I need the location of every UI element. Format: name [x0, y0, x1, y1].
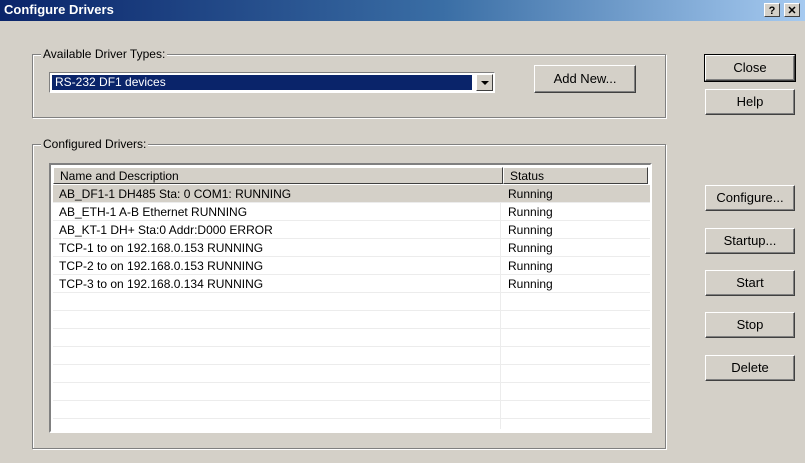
table-row[interactable]: TCP-1 to on 192.168.0.153 RUNNING Runnin… — [53, 239, 650, 257]
chevron-down-icon[interactable] — [476, 74, 493, 91]
driver-type-select[interactable]: RS-232 DF1 devices — [49, 72, 495, 93]
empty-row — [53, 401, 650, 419]
configure-button[interactable]: Configure... — [705, 185, 795, 211]
driver-name: AB_ETH-1 A-B Ethernet RUNNING — [59, 205, 248, 219]
help-icon[interactable]: ? — [764, 3, 780, 17]
driver-status: Running — [508, 259, 553, 273]
column-header-name[interactable]: Name and Description — [53, 167, 503, 184]
empty-row — [53, 383, 650, 401]
empty-row — [53, 365, 650, 383]
start-button-label: Start — [736, 275, 764, 290]
close-button-label: Close — [733, 60, 767, 75]
empty-row — [53, 329, 650, 347]
table-row[interactable]: AB_DF1-1 DH485 Sta: 0 COM1: RUNNING Runn… — [53, 185, 650, 203]
configure-drivers-dialog: Configure Drivers ? ✕ Available Driver T… — [0, 0, 805, 463]
driver-name: TCP-3 to on 192.168.0.134 RUNNING — [59, 277, 264, 291]
driver-status: Running — [508, 277, 553, 291]
close-icon[interactable]: ✕ — [784, 3, 800, 17]
window-title: Configure Drivers — [4, 2, 114, 17]
column-header-status[interactable]: Status — [503, 167, 648, 184]
configured-drivers-legend: Configured Drivers: — [41, 137, 149, 151]
stop-button-label: Stop — [736, 317, 764, 332]
driver-name: TCP-2 to on 192.168.0.153 RUNNING — [59, 259, 264, 273]
close-button[interactable]: Close — [704, 54, 796, 82]
add-new-label: Add New... — [553, 71, 617, 86]
startup-button[interactable]: Startup... — [705, 228, 795, 254]
driver-status: Running — [508, 223, 553, 237]
delete-button-label: Delete — [731, 360, 769, 375]
driver-type-value: RS-232 DF1 devices — [51, 74, 473, 91]
driver-name: AB_KT-1 DH+ Sta:0 Addr:D000 ERROR — [59, 223, 273, 237]
start-button[interactable]: Start — [705, 270, 795, 296]
driver-name: TCP-1 to on 192.168.0.153 RUNNING — [59, 241, 264, 255]
startup-button-label: Startup... — [723, 233, 777, 248]
title-bar[interactable]: Configure Drivers ? ✕ — [0, 0, 805, 21]
table-row[interactable]: AB_ETH-1 A-B Ethernet RUNNING Running — [53, 203, 650, 221]
available-drivers-legend: Available Driver Types: — [41, 47, 168, 61]
empty-row — [53, 311, 650, 329]
help-button-label: Help — [736, 94, 764, 109]
driver-status: Running — [508, 205, 553, 219]
table-row[interactable]: TCP-2 to on 192.168.0.153 RUNNING Runnin… — [53, 257, 650, 275]
driver-status: Running — [508, 241, 553, 255]
table-row[interactable]: AB_KT-1 DH+ Sta:0 Addr:D000 ERROR Runnin… — [53, 221, 650, 239]
delete-button[interactable]: Delete — [705, 355, 795, 381]
drivers-list[interactable]: Name and Description Status AB_DF1-1 DH4… — [49, 163, 652, 433]
help-button[interactable]: Help — [705, 89, 795, 115]
configure-button-label: Configure... — [716, 190, 784, 205]
driver-status: Running — [508, 187, 553, 201]
driver-name: AB_DF1-1 DH485 Sta: 0 COM1: RUNNING — [59, 187, 292, 201]
empty-row — [53, 347, 650, 365]
add-new-button[interactable]: Add New... — [534, 65, 636, 93]
empty-row — [53, 293, 650, 311]
stop-button[interactable]: Stop — [705, 312, 795, 338]
table-row[interactable]: TCP-3 to on 192.168.0.134 RUNNING Runnin… — [53, 275, 650, 293]
